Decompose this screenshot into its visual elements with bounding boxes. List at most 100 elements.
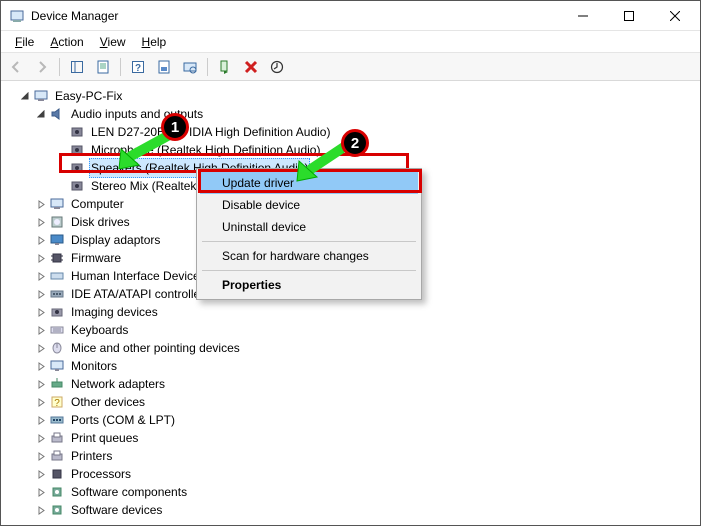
category-icon xyxy=(49,502,65,518)
audio-icon xyxy=(49,106,65,122)
expander-icon[interactable] xyxy=(35,357,47,375)
expander-icon[interactable] xyxy=(35,213,47,231)
ctx-separator xyxy=(202,270,416,271)
ctx-uninstall-device[interactable]: Uninstall device xyxy=(200,216,418,238)
category-label: Human Interface Device xyxy=(69,267,202,285)
tool-button-6[interactable] xyxy=(153,56,175,78)
category-label: IDE ATA/ATAPI controlle xyxy=(69,285,202,303)
category-label: Other devices xyxy=(69,393,147,411)
category-label: Display adaptors xyxy=(69,231,162,249)
category-icon xyxy=(49,430,65,446)
speaker-icon xyxy=(69,160,85,176)
category-label: Computer xyxy=(69,195,126,213)
expander-icon[interactable] xyxy=(35,285,47,303)
category-icon xyxy=(49,232,65,248)
svg-text:?: ? xyxy=(54,398,60,409)
tree-category[interactable]: Print queues xyxy=(3,429,698,447)
ctx-item-label: Disable device xyxy=(222,198,300,212)
expander-icon[interactable] xyxy=(35,375,47,393)
tree-category[interactable]: Monitors xyxy=(3,357,698,375)
enable-device-button[interactable] xyxy=(214,56,236,78)
expander-icon[interactable] xyxy=(35,447,47,465)
expander-icon[interactable] xyxy=(35,195,47,213)
forward-button[interactable] xyxy=(31,56,53,78)
window-title: Device Manager xyxy=(31,9,118,23)
menu-view[interactable]: View xyxy=(92,33,134,51)
category-icon xyxy=(49,268,65,284)
tree-category[interactable]: Software devices xyxy=(3,501,698,519)
svg-text:?: ? xyxy=(135,63,141,74)
app-icon xyxy=(9,8,25,24)
category-icon xyxy=(49,196,65,212)
ctx-item-label: Scan for hardware changes xyxy=(222,249,369,263)
show-hide-tree-button[interactable] xyxy=(66,56,88,78)
tree-category[interactable]: Imaging devices xyxy=(3,303,698,321)
ctx-scan-hardware[interactable]: Scan for hardware changes xyxy=(200,245,418,267)
expander-icon[interactable] xyxy=(35,249,47,267)
update-driver-button[interactable] xyxy=(266,56,288,78)
ctx-item-label: Properties xyxy=(222,278,281,292)
tree-category[interactable]: Network adapters xyxy=(3,375,698,393)
tree-category[interactable]: Software components xyxy=(3,483,698,501)
expander-icon[interactable] xyxy=(35,393,47,411)
tree-category[interactable]: Processors xyxy=(3,465,698,483)
ctx-separator xyxy=(202,241,416,242)
expander-icon[interactable] xyxy=(35,411,47,429)
category-icon xyxy=(49,412,65,428)
menu-action[interactable]: Action xyxy=(42,33,91,51)
help-button[interactable]: ? xyxy=(127,56,149,78)
expander-icon[interactable] xyxy=(35,231,47,249)
category-label: Firmware xyxy=(69,249,123,267)
speaker-icon xyxy=(69,142,85,158)
tree-category[interactable]: Keyboards xyxy=(3,321,698,339)
ctx-disable-device[interactable]: Disable device xyxy=(200,194,418,216)
close-button[interactable] xyxy=(652,1,698,31)
category-label: Keyboards xyxy=(69,321,130,339)
expander-icon[interactable] xyxy=(35,321,47,339)
speaker-icon xyxy=(69,178,85,194)
tree-category[interactable]: Mice and other pointing devices xyxy=(3,339,698,357)
category-label: Software components xyxy=(69,483,189,501)
expander-icon[interactable] xyxy=(35,465,47,483)
expander-icon[interactable] xyxy=(35,501,47,519)
speaker-icon xyxy=(69,124,85,140)
expander-icon[interactable] xyxy=(35,105,47,123)
category-icon xyxy=(49,466,65,482)
maximize-button[interactable] xyxy=(606,1,652,31)
back-button[interactable] xyxy=(5,56,27,78)
device-label: Stereo Mix (Realtek H xyxy=(89,177,210,195)
tree-category[interactable]: Printers xyxy=(3,447,698,465)
menu-bar: File Action View Help xyxy=(1,31,700,53)
scan-hardware-button[interactable] xyxy=(179,56,201,78)
properties-button[interactable] xyxy=(92,56,114,78)
category-label: Ports (COM & LPT) xyxy=(69,411,177,429)
category-icon xyxy=(49,322,65,338)
expander-icon[interactable] xyxy=(35,267,47,285)
menu-file[interactable]: File xyxy=(7,33,42,51)
uninstall-device-button[interactable] xyxy=(240,56,262,78)
expander-icon[interactable] xyxy=(35,429,47,447)
expander-icon[interactable] xyxy=(35,303,47,321)
expander-icon[interactable] xyxy=(19,87,31,105)
menu-help[interactable]: Help xyxy=(134,33,175,51)
category-label: Print queues xyxy=(69,429,140,447)
category-icon xyxy=(49,286,65,302)
category-icon xyxy=(49,304,65,320)
tree-category[interactable]: ? Other devices xyxy=(3,393,698,411)
category-label: Disk drives xyxy=(69,213,132,231)
annotation-badge-2: 2 xyxy=(341,129,369,157)
minimize-button[interactable] xyxy=(560,1,606,31)
tree-root-label: Easy-PC-Fix xyxy=(53,87,124,105)
ctx-properties[interactable]: Properties xyxy=(200,274,418,296)
expander-icon[interactable] xyxy=(35,339,47,357)
tree-root[interactable]: Easy-PC-Fix xyxy=(3,87,698,105)
context-menu: Update driver Disable device Uninstall d… xyxy=(196,168,422,300)
category-icon xyxy=(49,484,65,500)
ctx-item-label: Update driver xyxy=(222,176,294,190)
category-icon xyxy=(49,376,65,392)
expander-icon[interactable] xyxy=(35,483,47,501)
tree-category[interactable]: Ports (COM & LPT) xyxy=(3,411,698,429)
title-bar: Device Manager xyxy=(1,1,700,31)
tree-category-audio[interactable]: Audio inputs and outputs xyxy=(3,105,698,123)
category-label: Imaging devices xyxy=(69,303,160,321)
